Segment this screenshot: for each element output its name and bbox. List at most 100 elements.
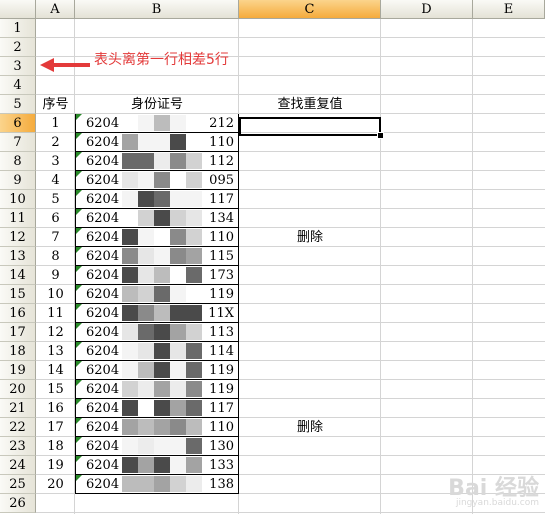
- seq-cell[interactable]: 8: [36, 247, 75, 266]
- row-header-3[interactable]: 3: [0, 57, 36, 76]
- header-find-dup-cell[interactable]: 查找重复值: [239, 95, 381, 114]
- seq-cell[interactable]: 2: [36, 133, 75, 152]
- id-cell[interactable]: 6204 112: [75, 152, 239, 171]
- seq-cell[interactable]: 19: [36, 456, 75, 475]
- arrow-left-icon: [40, 58, 90, 72]
- id-cell[interactable]: 6204 130: [75, 437, 239, 456]
- seq-cell[interactable]: 4: [36, 171, 75, 190]
- seq-cell[interactable]: 13: [36, 342, 75, 361]
- seq-cell[interactable]: 9: [36, 266, 75, 285]
- row-header-25[interactable]: 25: [0, 475, 36, 494]
- pixelated-block: [186, 457, 202, 473]
- seq-cell[interactable]: 20: [36, 475, 75, 494]
- id-cell[interactable]: 6204 095: [75, 171, 239, 190]
- selected-cell-C6[interactable]: [239, 117, 381, 136]
- id-cell[interactable]: 6204 134: [75, 209, 239, 228]
- row-header-19[interactable]: 19: [0, 361, 36, 380]
- seq-cell[interactable]: 12: [36, 323, 75, 342]
- delete-mark-cell[interactable]: 删除: [239, 228, 381, 247]
- seq-cell[interactable]: 5: [36, 190, 75, 209]
- pixelated-block: [122, 134, 138, 150]
- header-seq-cell[interactable]: 序号: [36, 95, 75, 114]
- row-header-6[interactable]: 6: [0, 114, 36, 133]
- watermark-sub: jingyan.baidu.com: [455, 498, 539, 508]
- error-indicator-icon: [76, 323, 82, 329]
- pixelated-block: [154, 400, 170, 416]
- select-all-corner[interactable]: [0, 0, 36, 19]
- seq-cell[interactable]: 15: [36, 380, 75, 399]
- id-cell[interactable]: 6204 119: [75, 361, 239, 380]
- error-indicator-icon: [76, 152, 82, 158]
- row-header-21[interactable]: 21: [0, 399, 36, 418]
- seq-cell[interactable]: 11: [36, 304, 75, 323]
- row-header-24[interactable]: 24: [0, 456, 36, 475]
- pixelated-block: [154, 419, 170, 435]
- seq-cell[interactable]: 16: [36, 399, 75, 418]
- id-cell[interactable]: 6204 138: [75, 475, 239, 494]
- row-header-16[interactable]: 16: [0, 304, 36, 323]
- delete-mark-cell[interactable]: 删除: [239, 418, 381, 437]
- seq-cell[interactable]: 7: [36, 228, 75, 247]
- id-cell[interactable]: 6204 110: [75, 418, 239, 437]
- row-header-20[interactable]: 20: [0, 380, 36, 399]
- row-header-13[interactable]: 13: [0, 247, 36, 266]
- row-header-14[interactable]: 14: [0, 266, 36, 285]
- row-header-8[interactable]: 8: [0, 152, 36, 171]
- row-header-11[interactable]: 11: [0, 209, 36, 228]
- id-cell[interactable]: 6204 119: [75, 380, 239, 399]
- pixelated-block: [122, 305, 138, 321]
- row-header-9[interactable]: 9: [0, 171, 36, 190]
- column-header-c[interactable]: C: [239, 0, 381, 19]
- row-header-10[interactable]: 10: [0, 190, 36, 209]
- row-header-23[interactable]: 23: [0, 437, 36, 456]
- id-prefix: 6204: [86, 211, 120, 226]
- row-header-4[interactable]: 4: [0, 76, 36, 95]
- id-cell[interactable]: 6204 119: [75, 285, 239, 304]
- seq-cell[interactable]: 6: [36, 209, 75, 228]
- pixelated-block: [122, 476, 138, 492]
- id-cell[interactable]: 6204 110: [75, 228, 239, 247]
- row-header-7[interactable]: 7: [0, 133, 36, 152]
- fill-handle[interactable]: [377, 132, 384, 139]
- column-header-b[interactable]: B: [75, 0, 239, 19]
- pixelated-block: [170, 438, 186, 454]
- id-cell[interactable]: 6204 114: [75, 342, 239, 361]
- pixelated-block: [154, 191, 170, 207]
- pixelated-block: [122, 286, 138, 302]
- pixelated-block: [138, 267, 154, 283]
- row-header-18[interactable]: 18: [0, 342, 36, 361]
- id-cell[interactable]: 6204 11X: [75, 304, 239, 323]
- pixelated-block: [170, 343, 186, 359]
- row-header-2[interactable]: 2: [0, 38, 36, 57]
- seq-cell[interactable]: 10: [36, 285, 75, 304]
- id-cell[interactable]: 6204 173: [75, 266, 239, 285]
- id-cell[interactable]: 6204 110: [75, 133, 239, 152]
- header-id-cell[interactable]: 身份证号: [75, 95, 239, 114]
- column-header-e[interactable]: E: [473, 0, 545, 19]
- id-cell[interactable]: 6204 212: [75, 114, 239, 133]
- id-cell[interactable]: 6204 117: [75, 399, 239, 418]
- pixelated-block: [122, 400, 138, 416]
- row-header-26[interactable]: 26: [0, 494, 36, 513]
- row-header-22[interactable]: 22: [0, 418, 36, 437]
- seq-cell[interactable]: 3: [36, 152, 75, 171]
- seq-cell[interactable]: 1: [36, 114, 75, 133]
- row-header-5[interactable]: 5: [0, 95, 36, 114]
- row-header-15[interactable]: 15: [0, 285, 36, 304]
- id-cell[interactable]: 6204 115: [75, 247, 239, 266]
- row-header-12[interactable]: 12: [0, 228, 36, 247]
- pixelated-block: [154, 381, 170, 397]
- seq-cell[interactable]: 14: [36, 361, 75, 380]
- id-cell[interactable]: 6204 117: [75, 190, 239, 209]
- row-header-1[interactable]: 1: [0, 19, 36, 38]
- pixelated-block: [170, 400, 186, 416]
- id-cell[interactable]: 6204 133: [75, 456, 239, 475]
- seq-cell[interactable]: 17: [36, 418, 75, 437]
- id-prefix: 6204: [86, 382, 120, 397]
- column-header-a[interactable]: A: [36, 0, 75, 19]
- id-cell[interactable]: 6204 113: [75, 323, 239, 342]
- pixelated-block: [138, 286, 154, 302]
- seq-cell[interactable]: 18: [36, 437, 75, 456]
- row-header-17[interactable]: 17: [0, 323, 36, 342]
- column-header-d[interactable]: D: [381, 0, 473, 19]
